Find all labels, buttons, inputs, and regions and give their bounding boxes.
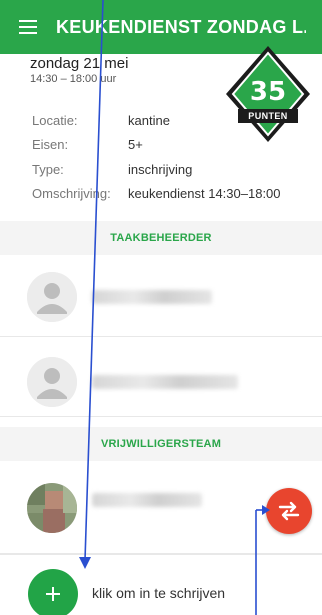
- event-details: Locatie: kantine Eisen: 5+ Type: inschri…: [32, 108, 281, 206]
- detail-value: 5+: [128, 137, 143, 153]
- plus-icon: [46, 587, 60, 601]
- detail-label: Type:: [32, 161, 64, 177]
- signup-row[interactable]: klik om in te schrijven: [0, 554, 322, 615]
- default-avatar-icon: [27, 357, 77, 407]
- detail-value: inschrijving: [128, 161, 193, 177]
- event-time: 14:30 – 18:00 uur: [30, 73, 117, 85]
- detail-value: keukendienst 14:30–18:00: [128, 186, 281, 202]
- detail-row-description: Omschrijving: keukendienst 14:30–18:00: [32, 182, 281, 207]
- blurred-name: [92, 290, 212, 304]
- signup-label: klik om in te schrijven: [92, 585, 226, 601]
- detail-row-location: Locatie: kantine: [32, 108, 281, 133]
- swap-shift-button[interactable]: [266, 488, 312, 534]
- event-date-block: zondag 21 mei 14:30 – 18:00 uur: [30, 55, 128, 85]
- detail-row-requirements: Eisen: 5+: [32, 133, 281, 158]
- avatar: [27, 357, 77, 407]
- menu-button[interactable]: [0, 0, 56, 54]
- blurred-name: [92, 493, 202, 507]
- points-value: 35: [249, 77, 287, 107]
- detail-row-type: Type: inschrijving: [32, 157, 281, 182]
- detail-label: Omschrijving:: [32, 186, 111, 202]
- hamburger-menu-icon: [19, 20, 37, 34]
- section-header-task-manager: TAAKBEHEERDER: [0, 221, 322, 255]
- detail-value: kantine: [128, 112, 170, 128]
- section-header-volunteer-team: VRIJWILLIGERSTEAM: [0, 427, 322, 461]
- task-manager-row[interactable]: [0, 257, 322, 337]
- detail-label: Locatie:: [32, 112, 78, 128]
- default-avatar-icon: [27, 272, 77, 322]
- page-title: KEUKENDIENST ZONDAG L...: [56, 16, 306, 37]
- photo-avatar-icon: [27, 483, 77, 533]
- swap-arrows-icon: [278, 501, 300, 521]
- blurred-name: [92, 375, 238, 389]
- task-manager-row[interactable]: [0, 337, 322, 417]
- detail-label: Eisen:: [32, 137, 69, 153]
- signup-button[interactable]: [28, 569, 78, 615]
- event-date: zondag 21 mei: [30, 55, 129, 72]
- avatar: [27, 483, 77, 533]
- avatar: [27, 272, 77, 322]
